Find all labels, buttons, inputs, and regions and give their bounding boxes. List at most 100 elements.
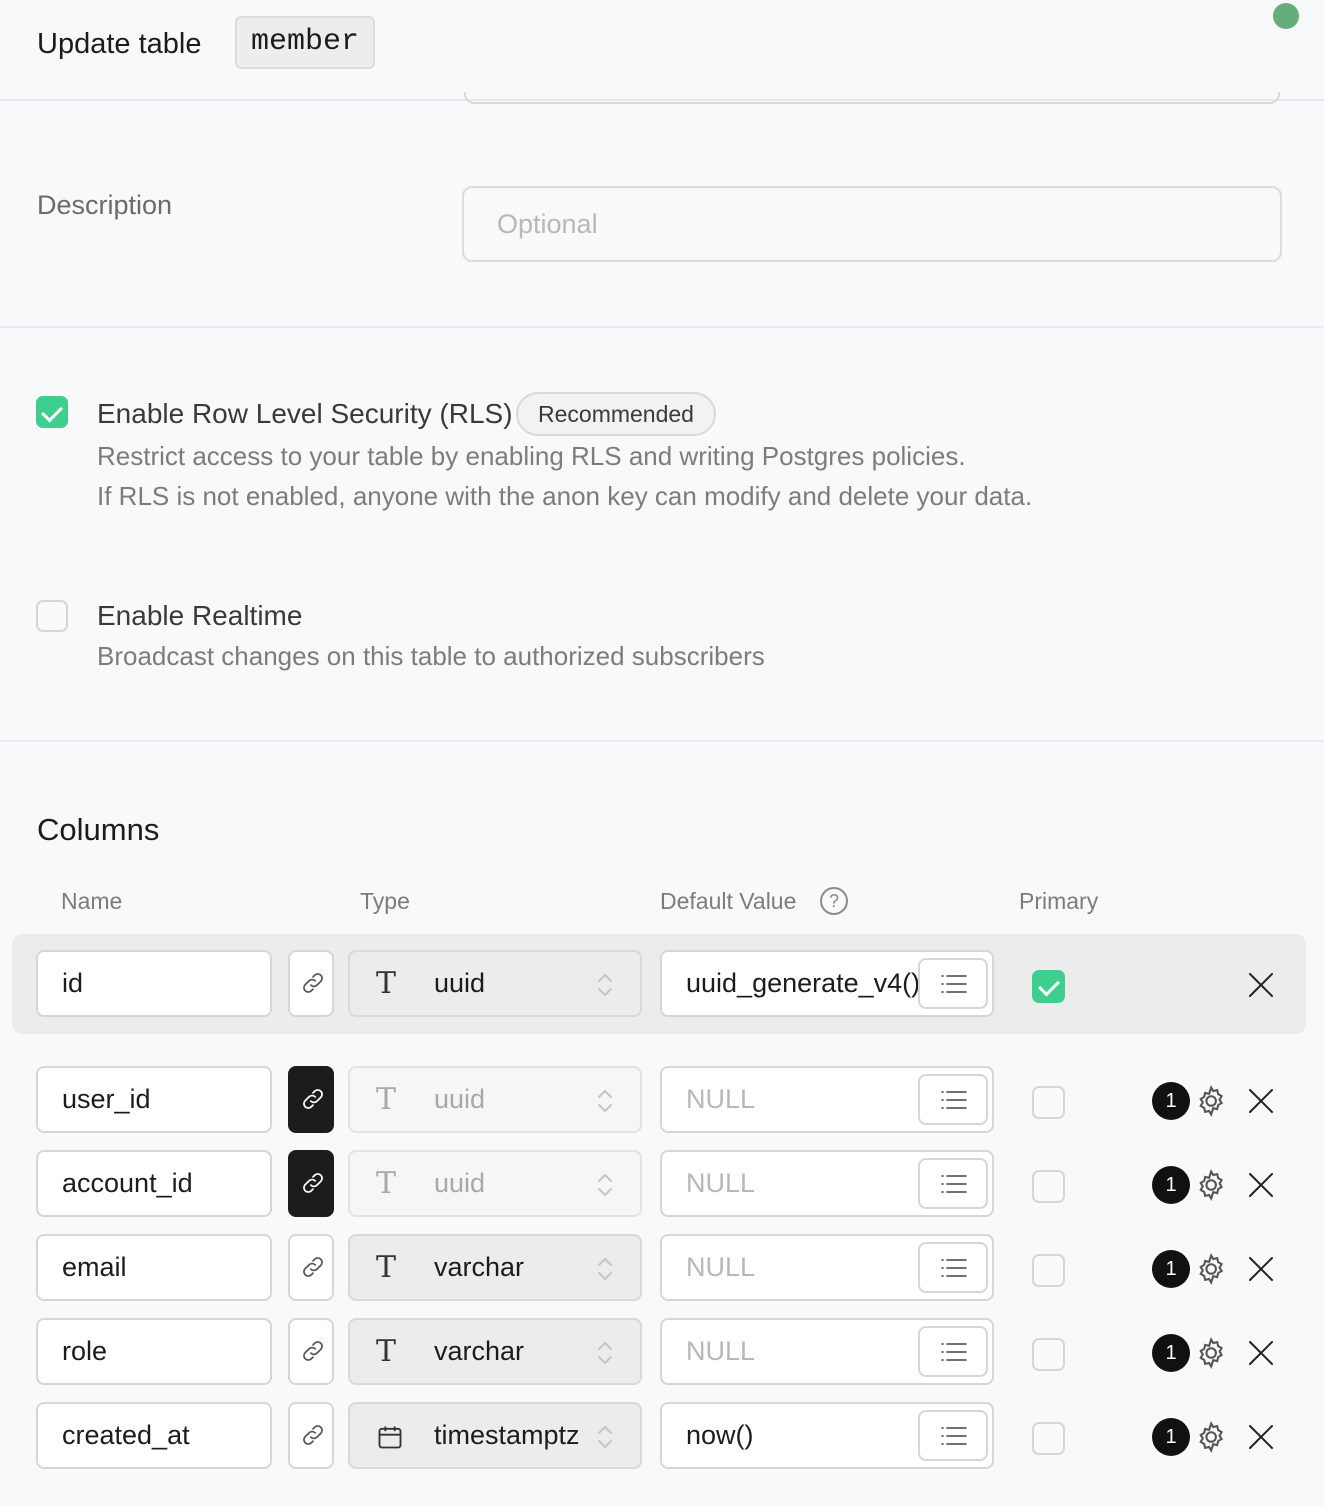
column-header-type: Type bbox=[360, 888, 410, 914]
column-name-input[interactable]: created_at bbox=[36, 1402, 272, 1469]
foreign-key-button[interactable] bbox=[288, 950, 334, 1017]
column-header-primary: Primary bbox=[1019, 888, 1099, 914]
close-icon bbox=[1246, 1173, 1276, 1204]
primary-key-checkbox[interactable] bbox=[1032, 1338, 1065, 1371]
chevron-up-down-icon bbox=[596, 1086, 614, 1121]
settings-count-badge: 1 bbox=[1152, 1334, 1190, 1372]
column-row: created_at timestamptz now() 1 bbox=[12, 1386, 1306, 1486]
default-value-input[interactable]: now() bbox=[660, 1402, 994, 1469]
column-type-select[interactable]: T uuid bbox=[348, 950, 642, 1017]
column-name-input[interactable]: email bbox=[36, 1234, 272, 1301]
column-name-input[interactable]: account_id bbox=[36, 1150, 272, 1217]
text-type-icon: T bbox=[376, 1166, 397, 1201]
default-value-menu-button[interactable] bbox=[918, 1158, 988, 1209]
default-value-text: NULL bbox=[686, 1168, 756, 1198]
divider bbox=[0, 326, 1324, 328]
chevron-up-down-icon bbox=[596, 1422, 614, 1457]
text-type-icon: T bbox=[376, 1334, 397, 1369]
help-icon[interactable]: ? bbox=[820, 887, 848, 915]
divider bbox=[0, 740, 1324, 742]
default-value-input[interactable]: NULL bbox=[660, 1318, 994, 1385]
default-value-text: NULL bbox=[686, 1084, 756, 1114]
description-input[interactable] bbox=[462, 186, 1282, 262]
primary-key-checkbox[interactable] bbox=[1032, 970, 1065, 1003]
column-name-input[interactable]: user_id bbox=[36, 1066, 272, 1133]
default-value-menu-button[interactable] bbox=[918, 1074, 988, 1125]
column-type-select[interactable]: T varchar bbox=[348, 1318, 642, 1385]
foreign-key-button[interactable] bbox=[288, 1066, 334, 1133]
remove-column-button[interactable] bbox=[1246, 1254, 1276, 1289]
panel-header: Update table member bbox=[0, 0, 1324, 101]
close-icon bbox=[1246, 1089, 1276, 1120]
remove-column-button[interactable] bbox=[1246, 1086, 1276, 1121]
primary-key-checkbox[interactable] bbox=[1032, 1170, 1065, 1203]
realtime-checkbox[interactable] bbox=[36, 600, 68, 632]
status-dot bbox=[1273, 3, 1299, 29]
default-value-menu-button[interactable] bbox=[918, 958, 988, 1009]
foreign-key-button[interactable] bbox=[288, 1402, 334, 1469]
close-icon bbox=[1246, 1341, 1276, 1372]
text-type-icon: T bbox=[376, 1082, 397, 1117]
text-type-icon: T bbox=[376, 966, 397, 1001]
default-value-input[interactable]: NULL bbox=[660, 1066, 994, 1133]
column-type-label: uuid bbox=[434, 1084, 486, 1114]
chevron-up-down-icon bbox=[596, 1254, 614, 1289]
columns-title: Columns bbox=[37, 812, 160, 847]
default-value-input[interactable]: NULL bbox=[660, 1234, 994, 1301]
close-icon bbox=[1246, 973, 1276, 1004]
default-value-text: uuid_generate_v4() bbox=[686, 968, 921, 998]
chevron-up-down-icon bbox=[596, 1170, 614, 1205]
panel-title: Update table bbox=[37, 28, 202, 60]
recommended-badge: Recommended bbox=[516, 392, 716, 436]
default-value-text: now() bbox=[686, 1420, 754, 1450]
settings-count-badge: 1 bbox=[1152, 1250, 1190, 1288]
default-value-input[interactable]: uuid_generate_v4() bbox=[660, 950, 994, 1017]
close-icon bbox=[1246, 1257, 1276, 1288]
remove-column-button[interactable] bbox=[1246, 1170, 1276, 1205]
remove-column-button[interactable] bbox=[1246, 1422, 1276, 1457]
column-header-default-value: Default Value bbox=[660, 888, 797, 914]
settings-count-badge: 1 bbox=[1152, 1166, 1190, 1204]
default-value-text: NULL bbox=[686, 1252, 756, 1282]
remove-column-button[interactable] bbox=[1246, 970, 1276, 1005]
chevron-up-down-icon bbox=[596, 970, 614, 1005]
description-label: Description bbox=[37, 190, 173, 220]
realtime-title: Enable Realtime bbox=[97, 600, 303, 631]
close-icon bbox=[1246, 1425, 1276, 1456]
column-type-label: uuid bbox=[434, 1168, 486, 1198]
column-type-select: T uuid bbox=[348, 1150, 642, 1217]
rls-title: Enable Row Level Security (RLS) bbox=[97, 398, 513, 429]
column-row: id T uuid uuid_generate_v4() bbox=[12, 934, 1306, 1034]
default-value-menu-button[interactable] bbox=[918, 1242, 988, 1293]
column-type-label: varchar bbox=[434, 1336, 525, 1366]
settings-count-badge: 1 bbox=[1152, 1082, 1190, 1120]
rls-checkbox[interactable] bbox=[36, 396, 68, 428]
previous-field-edge bbox=[464, 92, 1280, 104]
column-type-select: T uuid bbox=[348, 1066, 642, 1133]
column-name-input[interactable]: role bbox=[36, 1318, 272, 1385]
rls-description-line-2: If RLS is not enabled, anyone with the a… bbox=[97, 481, 1033, 511]
chevron-up-down-icon bbox=[596, 1338, 614, 1373]
table-name-chip: member bbox=[235, 16, 376, 69]
default-value-input[interactable]: NULL bbox=[660, 1150, 994, 1217]
primary-key-checkbox[interactable] bbox=[1032, 1422, 1065, 1455]
primary-key-checkbox[interactable] bbox=[1032, 1086, 1065, 1119]
foreign-key-button[interactable] bbox=[288, 1318, 334, 1385]
settings-count-badge: 1 bbox=[1152, 1418, 1190, 1456]
default-value-text: NULL bbox=[686, 1336, 756, 1366]
rls-description-line-1: Restrict access to your table by enablin… bbox=[97, 441, 966, 471]
column-type-select[interactable]: T varchar bbox=[348, 1234, 642, 1301]
primary-key-checkbox[interactable] bbox=[1032, 1254, 1065, 1287]
foreign-key-button[interactable] bbox=[288, 1234, 334, 1301]
default-value-menu-button[interactable] bbox=[918, 1410, 988, 1461]
realtime-description: Broadcast changes on this table to autho… bbox=[97, 641, 765, 671]
column-type-label: uuid bbox=[434, 968, 486, 998]
foreign-key-button[interactable] bbox=[288, 1150, 334, 1217]
column-name-input[interactable]: id bbox=[36, 950, 272, 1017]
column-type-label: varchar bbox=[434, 1252, 525, 1282]
column-type-select[interactable]: timestamptz bbox=[348, 1402, 642, 1469]
text-type-icon: T bbox=[376, 1250, 397, 1285]
remove-column-button[interactable] bbox=[1246, 1338, 1276, 1373]
column-type-label: timestamptz bbox=[434, 1420, 580, 1450]
default-value-menu-button[interactable] bbox=[918, 1326, 988, 1377]
